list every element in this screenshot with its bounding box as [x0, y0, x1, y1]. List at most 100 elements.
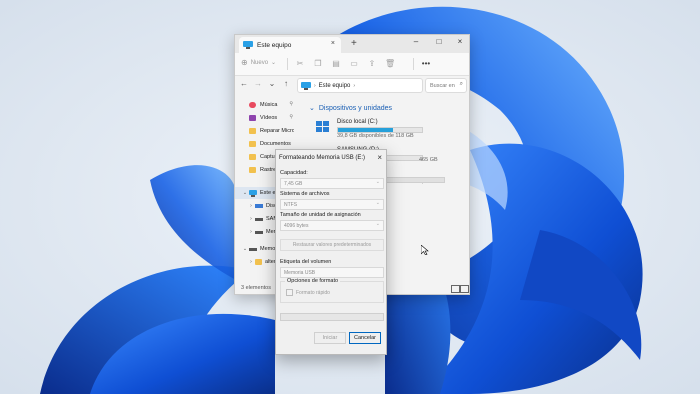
restore-defaults-button[interactable]: Restaurar valores predeterminados	[280, 239, 384, 251]
usb-drive-icon	[255, 231, 263, 234]
allocation-unit-select[interactable]: 4096 bytes ⌄	[280, 220, 384, 231]
file-system-label: Sistema de archivos	[280, 191, 330, 197]
volume-label-value: Memoria USB	[284, 269, 316, 276]
chevron-right-icon[interactable]: ›	[247, 259, 255, 265]
drive-usage-fill	[338, 128, 394, 132]
drive-item-c[interactable]: Disco local (C:) 39,8 GB disponibles de …	[315, 117, 463, 145]
volume-label-input[interactable]: Memoria USB	[280, 267, 384, 278]
format-options-group: Opciones de formato Formato rápido	[280, 278, 384, 303]
file-system-select[interactable]: NTFS ⌄	[280, 199, 384, 210]
folder-icon	[255, 259, 262, 265]
share-icon[interactable]: ⇪	[367, 59, 377, 69]
volume-label-label: Etiqueta del volumen	[280, 259, 332, 265]
drive-icon	[255, 204, 263, 208]
file-system-value: NTFS	[284, 201, 298, 208]
chevron-right-icon[interactable]: ›	[247, 216, 255, 222]
breadcrumb-chevron-icon: ›	[314, 82, 316, 89]
pc-icon	[243, 41, 253, 49]
capacity-select[interactable]: 7,45 GB ⌄	[280, 178, 384, 189]
quick-format-label: Formato rápido	[296, 289, 330, 296]
breadcrumb-chevron-icon: ›	[353, 82, 356, 89]
chevron-down-icon[interactable]: ⌄	[241, 190, 249, 196]
new-tab-button[interactable]: +	[351, 38, 357, 49]
toolbar-divider	[413, 58, 414, 70]
chevron-down-icon: ⌄	[375, 221, 380, 227]
delete-icon[interactable]: 🗑	[385, 59, 395, 69]
folder-icon	[249, 128, 256, 134]
chevron-right-icon[interactable]: ›	[247, 203, 255, 209]
drive-name: Disco local (C:)	[337, 119, 378, 125]
checkbox-box[interactable]	[286, 289, 293, 296]
tab-close-icon[interactable]: ×	[331, 40, 335, 47]
search-box[interactable]: Buscar en ⌕	[425, 78, 467, 93]
drive-free-space: 465 GB	[419, 157, 438, 163]
item-count: 3 elementos	[241, 285, 271, 291]
music-icon	[249, 102, 256, 108]
back-arrow-icon[interactable]: ←	[239, 79, 249, 88]
chevron-down-icon: ⌄	[375, 200, 380, 206]
video-icon	[249, 115, 256, 121]
dialog-title: Formateando Memoria USB (E:)	[279, 155, 366, 161]
maximize-button[interactable]: □	[432, 37, 446, 46]
copy-icon[interactable]: ❐	[313, 59, 323, 69]
sidebar-item-videos[interactable]: Vídeos ⚲	[235, 112, 303, 124]
start-button[interactable]: Iniciar	[314, 332, 346, 344]
new-button-label: Nuevo	[250, 59, 269, 66]
group-header-dispositivos[interactable]: ⌄ Dispositivos y unidades	[309, 104, 393, 113]
chevron-right-icon[interactable]: ›	[247, 229, 255, 235]
mouse-cursor-icon	[421, 245, 429, 255]
sidebar-item-reparar[interactable]: Reparar Micro S	[235, 125, 303, 137]
windows-drive-icon	[316, 121, 329, 132]
group-header-label: Dispositivos y unidades	[318, 104, 393, 112]
search-icon: ⌕	[459, 81, 463, 87]
capacity-label: Capacidad:	[280, 170, 308, 176]
chevron-down-icon: ⌄	[271, 60, 277, 66]
sidebar-item-label: Reparar Micro S	[260, 128, 294, 134]
minimize-button[interactable]: –	[409, 37, 423, 46]
capacity-value: 7,45 GB	[284, 180, 303, 187]
cancel-button[interactable]: Cancelar	[349, 332, 381, 344]
usb-drive-icon	[249, 248, 257, 251]
pc-icon	[301, 81, 311, 90]
title-bar[interactable]: Este equipo × + – □ ×	[235, 35, 469, 53]
format-progress-bar	[280, 313, 384, 321]
sidebar-item-label: Documentos	[260, 141, 291, 147]
tab-este-equipo[interactable]: Este equipo ×	[239, 37, 341, 53]
drive-icon	[255, 218, 263, 221]
pin-icon: ⚲	[289, 101, 293, 107]
details-view-icon[interactable]	[451, 285, 460, 293]
more-options-icon[interactable]: •••	[421, 59, 431, 69]
chevron-down-icon[interactable]: ⌄	[241, 246, 249, 252]
chevron-down-icon: ⌄	[375, 179, 380, 185]
pc-icon	[249, 189, 257, 197]
recent-dropdown-icon[interactable]: ⌄	[267, 79, 277, 88]
rename-icon[interactable]: ▭	[349, 59, 359, 69]
new-button[interactable]: ⊕ Nuevo ⌄	[241, 58, 276, 67]
drive-free-space: 39,8 GB disponibles de 118 GB	[337, 133, 414, 139]
close-button[interactable]: ×	[453, 37, 467, 46]
sidebar-item-musica[interactable]: Música ⚲	[235, 99, 303, 111]
allocation-unit-label: Tamaño de unidad de asignación	[280, 212, 361, 218]
address-bar[interactable]: › Este equipo ›	[297, 78, 423, 93]
paste-icon[interactable]: ▤	[331, 59, 341, 69]
folder-icon	[249, 141, 256, 147]
format-options-label: Opciones de formato	[285, 278, 341, 284]
toolbar-divider	[287, 58, 288, 70]
tab-title: Este equipo	[257, 41, 292, 49]
search-placeholder: Buscar en	[430, 82, 455, 89]
forward-arrow-icon[interactable]: →	[253, 79, 263, 88]
folder-icon	[249, 167, 256, 173]
chevron-down-icon: ⌄	[309, 105, 315, 112]
pin-icon: ⚲	[289, 114, 293, 120]
format-dialog: Formateando Memoria USB (E:) × Capacidad…	[275, 149, 387, 355]
cut-icon[interactable]: ✂	[295, 59, 305, 69]
up-arrow-icon[interactable]: ↑	[281, 79, 291, 88]
plus-circle-icon: ⊕	[241, 58, 248, 67]
quick-format-checkbox[interactable]: Formato rápido	[286, 289, 330, 296]
tiles-view-icon[interactable]	[460, 285, 469, 293]
breadcrumb-este-equipo[interactable]: Este equipo	[319, 83, 351, 89]
dialog-close-icon[interactable]: ×	[377, 153, 382, 162]
navigation-bar: ← → ⌄ ↑ › Este equipo › Buscar en ⌕	[235, 76, 469, 94]
command-bar: ⊕ Nuevo ⌄ ✂ ❐ ▤ ▭ ⇪ 🗑 •••	[235, 53, 469, 76]
allocation-unit-value: 4096 bytes	[284, 222, 309, 229]
